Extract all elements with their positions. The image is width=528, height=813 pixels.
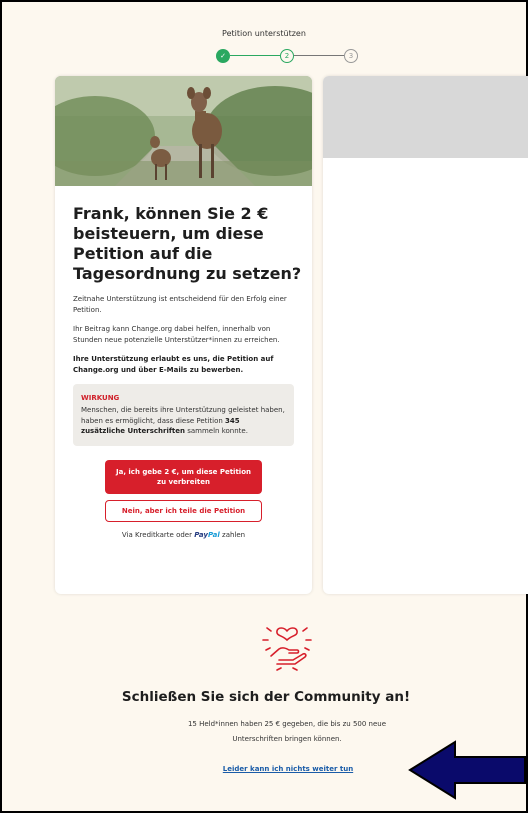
deer-hero-image: [55, 76, 312, 186]
secondary-card: [323, 76, 528, 594]
share-petition-button[interactable]: Nein, aber ich teile die Petition: [105, 499, 262, 522]
community-description: 15 Held*innen haben 25 € gegeben, die bi…: [187, 720, 387, 743]
impact-text: Menschen, die bereits ihre Unterstützung…: [81, 405, 286, 437]
payment-note-suffix: zahlen: [219, 530, 246, 539]
paypal-logo-pal: Pal: [207, 530, 220, 539]
stepper-line-completed: [230, 55, 280, 56]
payment-methods-note: Via Kreditkarte oder PayPal zahlen: [73, 531, 294, 539]
donation-title: Frank, können Sie 2 € beisteuern, um die…: [73, 204, 302, 283]
impact-text-end: sammeln konnte.: [184, 427, 248, 435]
impact-box: WIRKUNG Menschen, die bereits ihre Unter…: [73, 384, 294, 446]
donation-card: Frank, können Sie 2 € beisteuern, um die…: [55, 76, 312, 594]
impact-title: WIRKUNG: [81, 394, 120, 402]
community-heading: Schließen Sie sich der Community an!: [121, 689, 411, 705]
page-title: Petition unterstützen: [222, 29, 306, 38]
donation-paragraph-1: Zeitnahe Unterstützung ist entscheidend …: [73, 295, 287, 314]
page-frame: Petition unterstützen ✓ 2 3 Frank, könne…: [0, 0, 528, 813]
paypal-logo-pay: Pay: [194, 530, 208, 539]
stepper-line-pending: [294, 55, 344, 56]
step-2-indicator: 2: [280, 49, 294, 63]
secondary-card-image-placeholder: [323, 76, 528, 158]
annotation-arrow-icon: [408, 740, 526, 800]
impact-text-start: Menschen, die bereits ihre Unterstützung…: [81, 406, 285, 425]
step-3-indicator: 3: [344, 49, 358, 63]
donation-paragraph-2: Ihr Beitrag kann Change.org dabei helfen…: [73, 325, 280, 344]
step-1-check-icon: ✓: [216, 49, 230, 63]
paypal-logo: PayPal: [194, 531, 220, 539]
heart-in-hand-icon: [262, 627, 312, 671]
progress-stepper: ✓ 2 3: [216, 49, 360, 63]
payment-note-prefix: Via Kreditkarte oder: [121, 530, 195, 539]
donate-2-euro-button[interactable]: Ja, ich gebe 2 €, um diese Petition zu v…: [105, 459, 262, 494]
donation-paragraph-3: Ihre Unterstützung erlaubt es uns, die P…: [73, 355, 274, 374]
